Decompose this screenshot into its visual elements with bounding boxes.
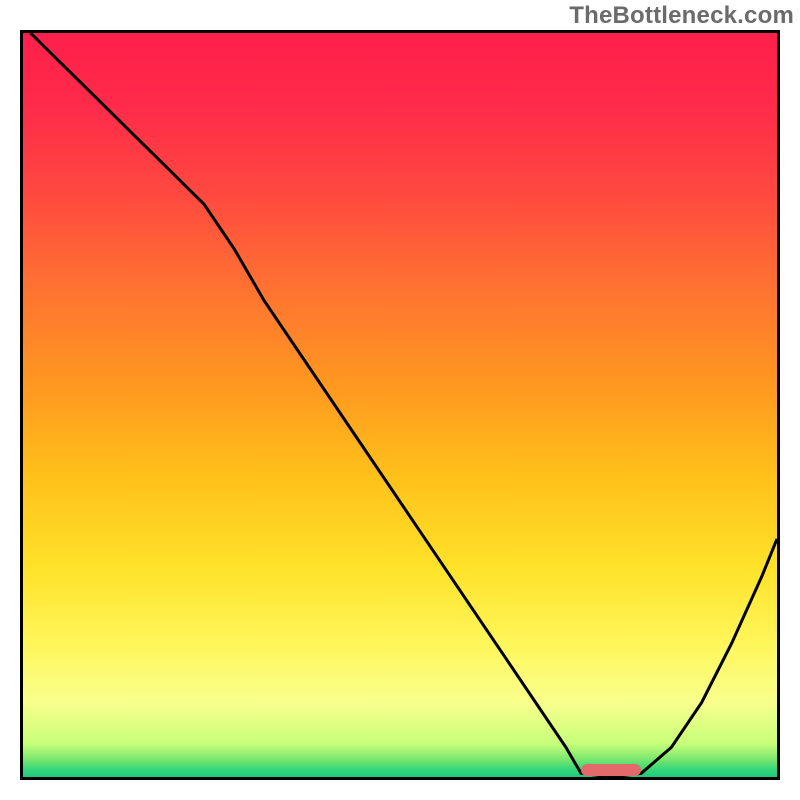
watermark-text: TheBottleneck.com [569,2,794,30]
chart-curve-layer [23,33,777,777]
bottleneck-curve-path [31,33,777,777]
optimal-range-marker [581,764,641,776]
chart-plot-area [20,30,780,780]
